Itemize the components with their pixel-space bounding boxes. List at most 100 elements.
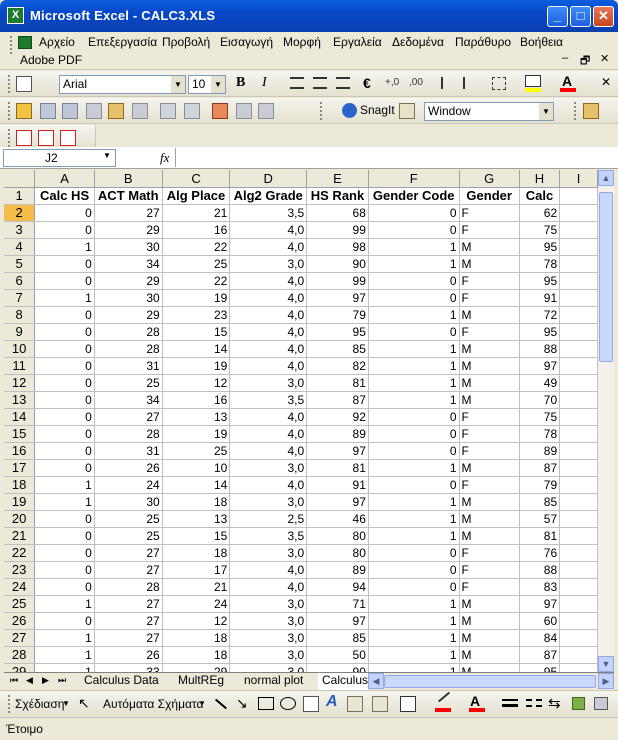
increase-decimal-icon[interactable]: +,0 [385,77,399,88]
cell[interactable] [559,527,598,545]
cell[interactable]: 4,0 [229,289,308,307]
cell[interactable]: 78 [519,425,561,443]
cell[interactable]: 79 [306,306,369,324]
cell[interactable]: 0 [368,442,460,460]
paste-icon[interactable] [236,103,252,119]
cell[interactable]: 17 [162,561,231,579]
cell[interactable]: 4,0 [229,442,308,460]
cell[interactable]: 3,0 [229,595,308,613]
chevron-down-icon[interactable]: ▼ [171,76,185,93]
cell[interactable]: 91 [306,476,369,494]
cell[interactable] [559,663,598,672]
cell[interactable] [559,442,598,460]
convert-pdf-email-icon[interactable] [38,130,54,146]
cell[interactable]: 0 [34,204,95,222]
cell[interactable]: 95 [519,238,561,256]
cell[interactable] [559,204,598,222]
cell[interactable]: 34 [94,391,163,409]
chevron-down-icon[interactable]: ▼ [539,103,553,120]
row-header[interactable]: 19 [4,493,36,511]
cell[interactable]: M [459,306,520,324]
cell[interactable]: M [459,238,520,256]
row-header[interactable]: 20 [4,510,36,528]
cell[interactable]: M [459,255,520,273]
cell[interactable]: 21 [162,578,231,596]
cell[interactable]: 1 [368,493,460,511]
menu-file[interactable]: Αρχείο [39,35,75,49]
fill-color-icon[interactable] [400,696,416,712]
research-icon[interactable] [108,103,124,119]
cell[interactable]: 0 [34,425,95,443]
cell[interactable] [559,340,598,358]
cell[interactable]: 99 [306,221,369,239]
align-left-icon[interactable] [290,77,304,89]
row-header[interactable]: 27 [4,629,36,647]
cell[interactable] [559,646,598,664]
cell[interactable]: 19 [162,289,231,307]
cell[interactable]: 60 [519,612,561,630]
decrease-indent-icon[interactable] [441,77,455,89]
cell[interactable]: 19 [162,357,231,375]
cell[interactable]: F [459,408,520,426]
worksheet-grid[interactable]: A B C D E F G H I 1 Calc HS ACT Math Alg Pl… [4,170,598,672]
cell[interactable] [559,306,598,324]
cell[interactable]: 1 [34,663,95,672]
draw-menu-button[interactable]: Σχέδιαση [15,697,64,711]
first-sheet-button[interactable]: ⏮ [6,673,22,690]
print-icon[interactable] [62,103,78,119]
cell[interactable]: 88 [519,561,561,579]
cell[interactable]: 3,0 [229,612,308,630]
snagit-settings-icon[interactable] [583,103,599,119]
cell[interactable]: 27 [94,544,163,562]
cell[interactable]: 4,0 [229,357,308,375]
cell[interactable] [559,595,598,613]
cell[interactable] [559,459,598,477]
cell[interactable]: 46 [306,510,369,528]
cell[interactable]: 4,0 [229,340,308,358]
cell[interactable]: HS Rank [306,187,369,205]
text-box-icon[interactable] [303,696,319,712]
cell[interactable]: 82 [306,357,369,375]
row-header[interactable]: 21 [4,527,36,545]
cell[interactable]: 1 [34,493,95,511]
cell[interactable]: 80 [306,527,369,545]
bold-button[interactable]: B [236,75,245,91]
cell[interactable]: 24 [162,595,231,613]
font-size-combo[interactable]: 10 ▼ [188,75,226,94]
cell[interactable]: 16 [162,391,231,409]
font-combo[interactable]: Arial ▼ [59,75,186,94]
cell[interactable]: 24 [94,476,163,494]
cell[interactable]: 95 [519,323,561,341]
cell[interactable]: M [459,357,520,375]
cell[interactable]: 89 [306,561,369,579]
cell[interactable]: 0 [368,408,460,426]
cell[interactable]: 4,0 [229,425,308,443]
cell[interactable]: 14 [162,340,231,358]
toolbar-grip[interactable] [8,75,12,93]
row-header[interactable]: 5 [4,255,36,273]
snagit-button[interactable]: SnagIt [360,103,395,117]
autoshapes-menu-button[interactable]: Αυτόματα Σχήματα [103,697,203,711]
menu-data[interactable]: Δεδομένα [392,35,444,49]
cell[interactable]: 30 [94,238,163,256]
cell[interactable]: 0 [368,561,460,579]
cell[interactable]: 1 [34,476,95,494]
cell[interactable]: 1 [368,238,460,256]
cell[interactable]: 25 [162,255,231,273]
excel-icon[interactable]: X [7,7,24,24]
row-header[interactable]: 1 [4,187,36,205]
cell[interactable]: 3,0 [229,544,308,562]
row-header[interactable]: 17 [4,459,36,477]
cell[interactable]: 18 [162,544,231,562]
cell[interactable]: F [459,544,520,562]
cell[interactable]: M [459,527,520,545]
cell[interactable]: F [459,289,520,307]
row-header[interactable]: 11 [4,357,36,375]
cell[interactable]: 3,0 [229,629,308,647]
chevron-down-icon[interactable]: ▼ [62,699,70,708]
cell[interactable]: Calc HS [34,187,95,205]
cell[interactable]: 92 [306,408,369,426]
cell[interactable]: 4,0 [229,476,308,494]
minimize-button[interactable]: _ [547,6,568,27]
cell[interactable]: 0 [34,391,95,409]
